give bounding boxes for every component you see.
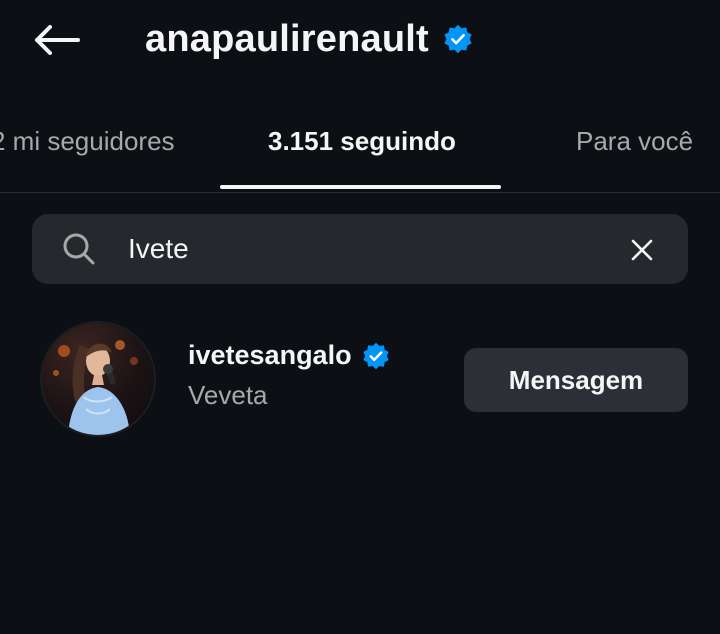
list-item[interactable]: ivetesangalo Veveta Mensagem <box>0 320 720 440</box>
search-icon <box>63 233 95 265</box>
top-bar: anapaulirenault <box>0 0 720 80</box>
arrow-left-icon <box>35 25 80 55</box>
avatar[interactable] <box>42 323 154 435</box>
username-row: ivetesangalo <box>188 340 390 371</box>
verified-badge-icon <box>443 24 473 54</box>
clear-search-button[interactable] <box>628 236 656 264</box>
tab-following[interactable]: 3.151 seguindo <box>268 126 456 157</box>
verified-badge-icon <box>362 342 390 370</box>
search-input[interactable] <box>128 226 608 272</box>
search-bar <box>32 214 688 284</box>
close-icon <box>631 239 653 261</box>
username[interactable]: ivetesangalo <box>188 340 352 371</box>
profile-title: anapaulirenault <box>145 14 473 64</box>
tab-bar: 2 mi seguidores 3.151 seguindo Para você <box>0 100 720 193</box>
page-title: anapaulirenault <box>145 17 429 60</box>
active-tab-indicator <box>220 185 501 189</box>
message-button[interactable]: Mensagem <box>464 348 688 412</box>
tab-for-you[interactable]: Para você <box>576 126 693 157</box>
back-button[interactable] <box>30 18 82 62</box>
full-name: Veveta <box>188 380 268 410</box>
tab-followers[interactable]: 2 mi seguidores <box>0 126 175 157</box>
